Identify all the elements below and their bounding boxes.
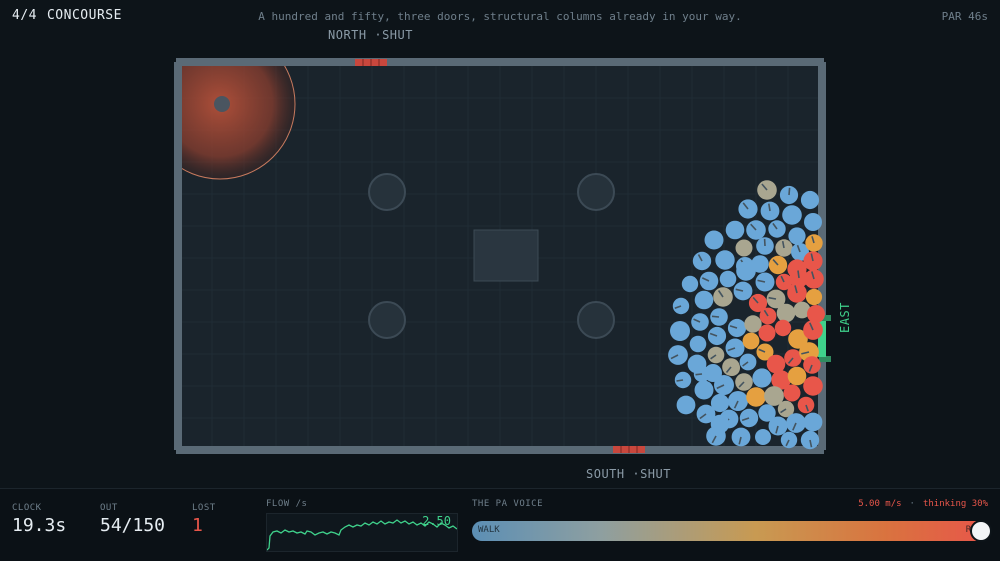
threat-zone [145, 29, 295, 179]
flow-sparkline-box: 2.50 [266, 513, 458, 552]
flow-label: FLOW /s [266, 499, 307, 509]
crowd-agent [695, 291, 714, 310]
crowd-agent [777, 304, 796, 323]
column [369, 302, 405, 338]
crowd-agent [801, 191, 819, 209]
clock-value: 19.3s [12, 515, 66, 536]
crowd-agent [695, 381, 714, 400]
lost-label: LOST [192, 503, 216, 513]
walk-label: WALK [478, 525, 500, 535]
column [578, 302, 614, 338]
agent-heading [798, 271, 799, 279]
agent-heading [712, 316, 719, 317]
out-stat: OUT 54/150 [100, 503, 165, 536]
flow-panel: FLOW /s 2.50 [266, 499, 307, 509]
crowd-agent [711, 394, 729, 412]
south-door-label: SOUTH ·SHUT [586, 467, 671, 481]
lost-stat: LOST 1 [192, 503, 216, 536]
threat-source [214, 96, 230, 112]
crowd-agent [788, 367, 807, 386]
crowd-agent [755, 429, 771, 445]
crowd-agent [746, 387, 766, 407]
column [578, 174, 614, 210]
crowd-agent [720, 271, 737, 288]
crowd-agent [782, 205, 802, 225]
north-door[interactable] [355, 59, 387, 66]
crowd-agent [736, 261, 756, 281]
lost-value: 1 [192, 515, 216, 536]
out-value: 54/150 [100, 515, 165, 536]
north-door-label: NORTH ·SHUT [328, 28, 413, 42]
central-block [474, 230, 538, 281]
pa-voice-panel: THE PA VOICE 5.00 m/s·thinking 30% WALK … [472, 499, 988, 509]
pa-speed-slider[interactable]: WALK RUN [472, 521, 988, 541]
crowd-agent [804, 213, 822, 231]
crowd-agent [803, 376, 823, 396]
flow-value: 2.50 [422, 514, 451, 528]
crowd-agent [759, 325, 776, 342]
speed-readout: 5.00 m/s [858, 499, 901, 509]
hud-bar: CLOCK 19.3s OUT 54/150 LOST 1 FLOW /s 2.… [0, 488, 1000, 561]
crowd-agent [715, 250, 734, 269]
crowd-agent [682, 276, 698, 292]
crowd-agent [677, 396, 696, 415]
pa-readout: 5.00 m/s·thinking 30% [858, 499, 988, 509]
crowd-agent [804, 413, 823, 432]
agent-heading [789, 188, 790, 195]
clock-label: CLOCK [12, 503, 66, 513]
crowd-agent [670, 321, 690, 341]
agent-heading [696, 374, 703, 375]
arena[interactable] [0, 0, 1000, 488]
thinking-readout: thinking 30% [923, 499, 988, 509]
slider-knob[interactable] [970, 520, 992, 542]
crowd-agent [726, 221, 745, 240]
east-door-label: EAST [838, 302, 852, 333]
crowd-agent [690, 336, 707, 353]
crowd-agent [775, 320, 791, 336]
clock-stat: CLOCK 19.3s [12, 503, 66, 536]
crowd-agent [788, 227, 805, 244]
crowd-agent [743, 333, 760, 350]
crowd-agent [736, 240, 753, 257]
south-door[interactable] [613, 446, 645, 453]
out-label: OUT [100, 503, 165, 513]
crowd-agent [752, 368, 771, 387]
crowd-agent [784, 385, 801, 402]
crowd-agent [807, 305, 825, 323]
crowd-agent [711, 415, 730, 434]
crowd-agent [705, 231, 724, 250]
column [369, 174, 405, 210]
agent-heading [677, 380, 684, 381]
crowd-agent [806, 289, 822, 305]
